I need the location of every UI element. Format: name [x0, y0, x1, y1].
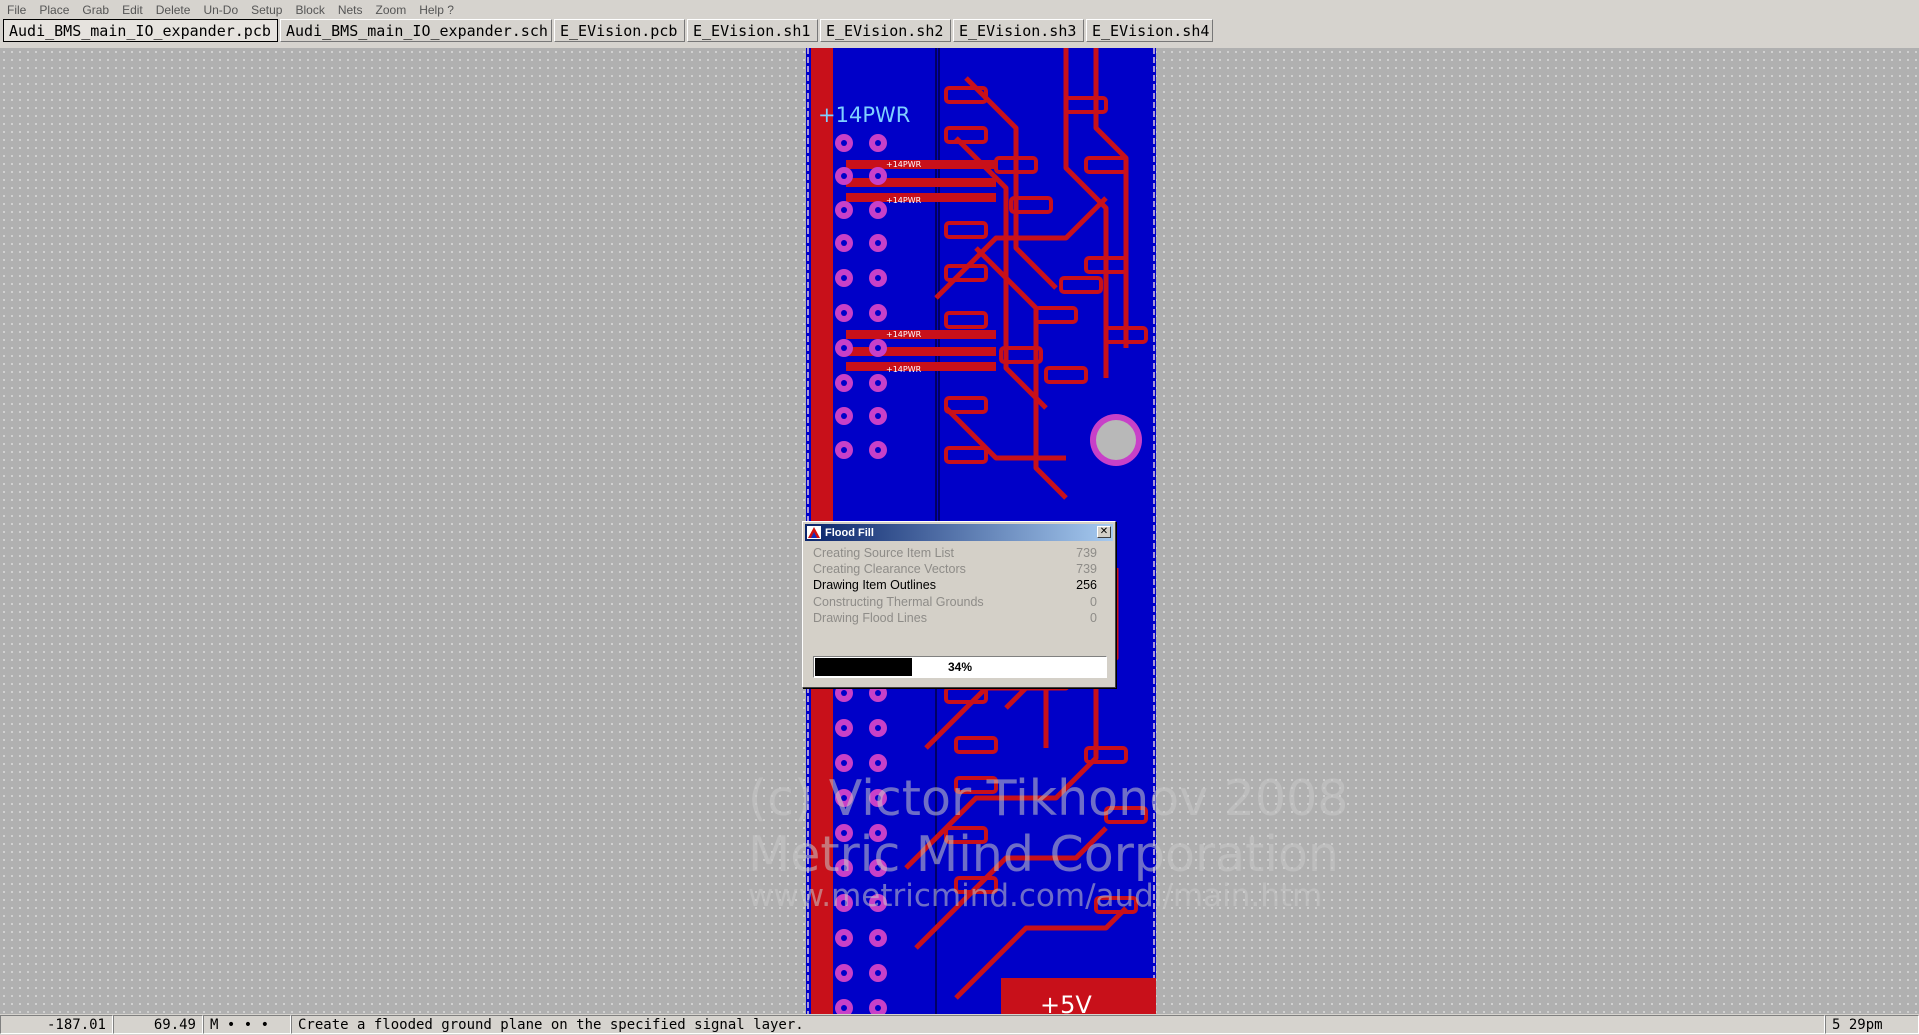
th-pad-hole — [875, 970, 881, 976]
step-source-item-list: Creating Source Item List 739 — [813, 546, 1107, 562]
menu-help[interactable]: Help ? — [413, 3, 461, 17]
th-pad-hole — [875, 380, 881, 386]
status-message: Create a flooded ground plane on the spe… — [291, 1015, 1825, 1034]
menu-edit[interactable]: Edit — [116, 3, 150, 17]
th-pad-hole — [841, 900, 847, 906]
th-pad-hole — [875, 830, 881, 836]
th-pad-hole — [875, 173, 881, 179]
tab-audi-pcb[interactable]: Audi_BMS_main_IO_expander.pcb — [3, 19, 278, 42]
menu-bar: File Place Grab Edit Delete Un-Do Setup … — [0, 0, 1919, 19]
th-pad-hole — [841, 413, 847, 419]
th-pad-hole — [841, 795, 847, 801]
th-pad-hole — [875, 690, 881, 696]
th-pad-hole — [841, 1005, 847, 1011]
th-pad-hole — [841, 447, 847, 453]
tab-evision-pcb[interactable]: E_EVision.pcb — [554, 19, 685, 42]
step-count: 256 — [1076, 578, 1097, 592]
menu-file[interactable]: File — [0, 3, 33, 17]
app-logo-icon — [807, 526, 821, 539]
status-x-coordinate: -187.01 — [0, 1015, 113, 1034]
th-pad-hole — [841, 865, 847, 871]
net-label-5v: +5V — [1040, 991, 1092, 1014]
net-label-14pwr-large: +14PWR — [818, 103, 910, 127]
th-pad-hole — [841, 140, 847, 146]
th-pad-hole — [841, 345, 847, 351]
status-y-coordinate: 69.49 — [113, 1015, 203, 1034]
th-pad-hole — [875, 275, 881, 281]
th-pad-hole — [841, 970, 847, 976]
th-pad-hole — [875, 240, 881, 246]
close-icon[interactable]: ✕ — [1097, 526, 1111, 538]
th-pad-hole — [841, 173, 847, 179]
net-label-14pwr-3: +14PWR — [886, 330, 922, 339]
power-bar-5 — [846, 347, 996, 356]
net-label-14pwr-2: +14PWR — [886, 196, 922, 205]
menu-delete[interactable]: Delete — [150, 3, 198, 17]
th-pad-hole — [841, 935, 847, 941]
step-label: Creating Clearance Vectors — [813, 562, 966, 576]
tab-evision-sh1[interactable]: E_EVision.sh1 — [687, 19, 818, 42]
menu-setup[interactable]: Setup — [245, 3, 289, 17]
tab-audi-sch[interactable]: Audi_BMS_main_IO_expander.sch — [280, 19, 552, 42]
th-pad-hole — [841, 725, 847, 731]
power-bar-2 — [846, 178, 996, 187]
th-pad-hole — [841, 380, 847, 386]
step-label: Drawing Flood Lines — [813, 611, 927, 625]
status-time: 5 29pm — [1825, 1015, 1919, 1034]
th-pad-hole — [875, 140, 881, 146]
step-flood-lines: Drawing Flood Lines 0 — [813, 611, 1107, 627]
step-count: 0 — [1090, 595, 1097, 609]
document-tab-bar: Audi_BMS_main_IO_expander.pcb Audi_BMS_m… — [0, 19, 1919, 48]
tab-evision-sh3[interactable]: E_EVision.sh3 — [953, 19, 1084, 42]
th-pad-hole — [841, 240, 847, 246]
th-pad-hole — [875, 795, 881, 801]
tab-evision-sh4[interactable]: E_EVision.sh4 — [1086, 19, 1213, 42]
th-pad-hole — [875, 725, 881, 731]
th-pad-hole — [875, 413, 881, 419]
th-pad-hole — [875, 865, 881, 871]
th-pad-hole — [841, 690, 847, 696]
menu-undo[interactable]: Un-Do — [197, 3, 245, 17]
flood-fill-dialog: Flood Fill ✕ Creating Source Item List 7… — [802, 521, 1116, 688]
step-item-outlines: Drawing Item Outlines 256 — [813, 578, 1107, 594]
progress-bar: 34% — [813, 656, 1107, 678]
mounting-hole-center — [1096, 420, 1136, 460]
net-label-14pwr-1: +14PWR — [886, 160, 922, 169]
th-pad-hole — [875, 447, 881, 453]
pcb-canvas[interactable]: +14PWR +14PWR +14PWR +14PWR +14PWR +5V (… — [0, 48, 1919, 1014]
th-pad-hole — [875, 207, 881, 213]
dialog-title-bar[interactable]: Flood Fill ✕ — [805, 524, 1113, 541]
net-label-14pwr-4: +14PWR — [886, 365, 922, 374]
th-pad-hole — [875, 900, 881, 906]
step-label: Drawing Item Outlines — [813, 578, 936, 592]
th-pad-hole — [841, 207, 847, 213]
step-thermal-grounds: Constructing Thermal Grounds 0 — [813, 595, 1107, 611]
menu-zoom[interactable]: Zoom — [370, 3, 414, 17]
th-pad-hole — [875, 935, 881, 941]
step-count: 0 — [1090, 611, 1097, 625]
step-label: Creating Source Item List — [813, 546, 955, 560]
status-mode: M • • • — [203, 1015, 291, 1034]
step-label: Constructing Thermal Grounds — [813, 595, 984, 609]
menu-block[interactable]: Block — [289, 3, 331, 17]
menu-nets[interactable]: Nets — [332, 3, 370, 17]
progress-percent: 34% — [947, 660, 973, 674]
step-clearance-vectors: Creating Clearance Vectors 739 — [813, 562, 1107, 578]
th-pad-hole — [841, 310, 847, 316]
step-count: 739 — [1076, 546, 1097, 560]
status-bar: -187.01 69.49 M • • • Create a flooded g… — [0, 1014, 1919, 1035]
menu-grab[interactable]: Grab — [76, 3, 116, 17]
dialog-title: Flood Fill — [825, 526, 874, 539]
tab-evision-sh2[interactable]: E_EVision.sh2 — [820, 19, 951, 42]
th-pad-hole — [875, 310, 881, 316]
th-pad-hole — [841, 760, 847, 766]
th-pad-hole — [875, 1005, 881, 1011]
step-count: 739 — [1076, 562, 1097, 576]
th-pad-hole — [875, 345, 881, 351]
th-pad-hole — [875, 760, 881, 766]
menu-place[interactable]: Place — [33, 3, 76, 17]
th-pad-hole — [841, 830, 847, 836]
th-pad-hole — [841, 275, 847, 281]
